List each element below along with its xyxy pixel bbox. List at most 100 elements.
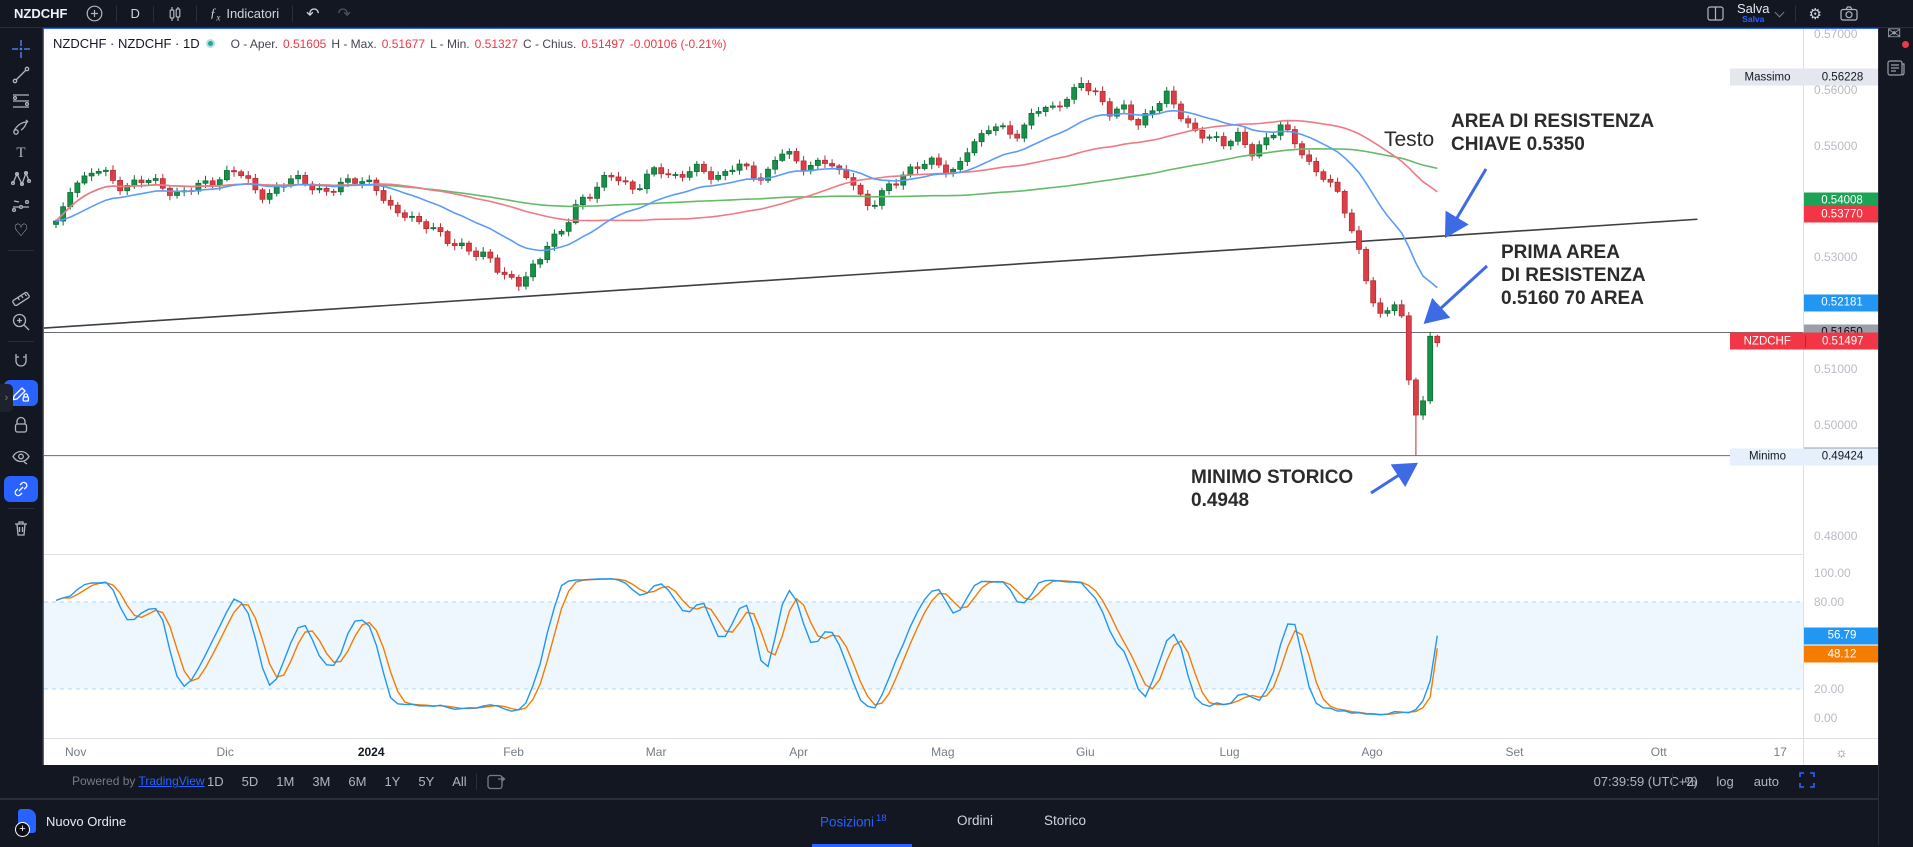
pencil-lock-icon	[11, 383, 31, 403]
layout-panel-icon	[1707, 6, 1724, 21]
trading-panel: Nuovo Ordine Posizioni18 Ordini Storico	[0, 798, 1913, 845]
time-tick-label: Ott	[1651, 745, 1667, 759]
price-axis[interactable]: 0.570000.560000.550000.530000.510000.500…	[1803, 29, 1879, 738]
crosshair-tool-button[interactable]	[4, 36, 38, 62]
ma-mid-value-badge: 0.53770	[1804, 206, 1880, 223]
sync-drawings-button[interactable]	[4, 476, 38, 502]
price-tick-label: 0.55000	[1814, 139, 1857, 153]
range-button-all[interactable]: All	[443, 774, 475, 789]
toolbar-divider	[8, 341, 34, 342]
go-to-date-button[interactable]	[487, 773, 506, 790]
stochastic-pane[interactable]	[44, 554, 1803, 738]
undo-icon: ↶	[306, 4, 319, 24]
range-button-1m[interactable]: 1M	[267, 774, 303, 789]
stoch-tick-label: 20.00	[1814, 682, 1844, 696]
time-tick-label: Nov	[65, 745, 86, 759]
interval-button[interactable]: D	[121, 0, 148, 27]
zoom-in-tool-button[interactable]	[4, 309, 38, 335]
price-tick-label: 0.50000	[1814, 418, 1857, 432]
undo-button[interactable]: ↶	[297, 0, 328, 27]
emoji-tool-button[interactable]: ♡	[4, 218, 38, 244]
separator	[292, 6, 293, 22]
text-tool-button[interactable]: T	[4, 140, 38, 166]
chart-area[interactable]: NZDCHF · NZDCHF · 1D O - Aper.0.51605 H …	[43, 28, 1878, 765]
tradingview-link[interactable]: TradingView	[139, 774, 205, 788]
stoch-d-badge: 48.12	[1804, 646, 1880, 663]
fullscreen-button[interactable]	[1791, 772, 1823, 791]
annotation-first-resistance[interactable]: PRIMA AREA DI RESISTENZA 0.5160 70 AREA	[1501, 241, 1646, 310]
hide-drawings-button[interactable]	[4, 444, 38, 470]
measure-tool-button[interactable]	[4, 283, 38, 309]
save-dropdown-chevron-icon[interactable]	[1774, 7, 1784, 17]
range-button-1y[interactable]: 1Y	[375, 774, 409, 789]
time-tick-label: Set	[1506, 745, 1524, 759]
range-button-1d[interactable]: 1D	[198, 774, 233, 789]
trend-line-tool-button[interactable]	[4, 62, 38, 88]
magnet-tool-button[interactable]	[4, 348, 38, 374]
pane-separator[interactable]	[44, 554, 1879, 555]
annotation-key-resistance[interactable]: AREA DI RESISTENZA CHIAVE 0.5350	[1451, 110, 1654, 156]
separator	[1672, 774, 1673, 790]
range-button-3m[interactable]: 3M	[303, 774, 339, 789]
indicators-button[interactable]: ƒx Indicatori	[201, 0, 288, 27]
positions-count-badge: 18	[876, 813, 887, 824]
axis-corner[interactable]: ☼	[1803, 738, 1879, 765]
high-label-badge: Massimo0.56228	[1730, 69, 1880, 86]
legend-title[interactable]: NZDCHF · NZDCHF · 1D	[53, 36, 200, 51]
time-tick-label: Feb	[503, 745, 524, 759]
toolbar-divider	[8, 508, 34, 509]
legend-change: -0.00106 (-0.21%)	[630, 37, 727, 51]
brush-tool-button[interactable]	[4, 114, 38, 140]
fib-retracement-icon	[11, 91, 31, 111]
time-tick-label: Mag	[931, 745, 954, 759]
percent-scale-button[interactable]: %	[1677, 774, 1705, 789]
log-scale-button[interactable]: log	[1708, 774, 1741, 789]
price-tick-label: 0.51000	[1814, 362, 1857, 376]
annotation-historic-low[interactable]: MINIMO STORICO 0.4948	[1191, 466, 1353, 512]
news-button[interactable]	[1887, 60, 1905, 81]
new-order-button[interactable]: Nuovo Ordine	[18, 809, 126, 833]
lock-all-drawings-button[interactable]	[4, 412, 38, 438]
separator	[476, 774, 477, 790]
compare-add-symbol-button[interactable]	[77, 0, 112, 27]
pattern-tool-button[interactable]	[4, 166, 38, 192]
timezone-sun-icon[interactable]: ☼	[1835, 744, 1848, 760]
tab-storico[interactable]: Storico	[1044, 813, 1086, 828]
remove-drawings-button[interactable]	[4, 515, 38, 541]
prediction-tool-button[interactable]	[4, 192, 38, 218]
separator	[1795, 6, 1796, 22]
price-tick-label: 0.53000	[1814, 250, 1857, 264]
symbol-button[interactable]: NZDCHF	[0, 6, 77, 21]
time-tick-label: 17	[1773, 745, 1786, 759]
chart-style-button[interactable]	[158, 0, 192, 27]
save-button[interactable]: Salva Salva	[1733, 3, 1774, 25]
powered-by: Powered by TradingView	[72, 774, 205, 788]
time-tick-label: Dic	[217, 745, 234, 759]
annotation-testo[interactable]: Testo	[1384, 128, 1434, 151]
settings-button[interactable]: ⚙	[1800, 5, 1831, 23]
ascending-trendline[interactable]	[44, 219, 1697, 328]
toolbar-divider	[8, 250, 34, 251]
market-status-dot-icon	[206, 39, 215, 48]
fib-tool-button[interactable]	[4, 88, 38, 114]
notification-badge	[1901, 40, 1910, 49]
expand-panel-tab[interactable]: ›	[0, 384, 13, 412]
camera-icon	[1840, 6, 1858, 21]
link-icon	[11, 479, 31, 499]
separator	[196, 6, 197, 22]
news-icon	[1887, 60, 1905, 76]
auto-scale-button[interactable]: auto	[1746, 774, 1787, 789]
range-button-5d[interactable]: 5D	[233, 774, 268, 789]
range-button-5y[interactable]: 5Y	[409, 774, 443, 789]
ma-mid-line[interactable]	[56, 121, 1437, 221]
time-tick-label: Lug	[1220, 745, 1240, 759]
time-axis[interactable]: NovDic2024FebMarAprMagGiuLugAgoSetOtt17	[44, 738, 1803, 765]
tab-ordini[interactable]: Ordini	[957, 813, 993, 828]
range-button-6m[interactable]: 6M	[339, 774, 375, 789]
chart-footer: Powered by TradingView 1D5D1M3M6M1Y5YAll…	[0, 765, 1878, 798]
redo-button[interactable]: ↷	[328, 0, 359, 27]
tab-posizioni[interactable]: Posizioni18	[820, 813, 887, 830]
screenshot-button[interactable]	[1831, 6, 1867, 21]
layout-button[interactable]	[1698, 6, 1733, 21]
last-price-badge: NZDCHF0.51497	[1730, 333, 1880, 350]
